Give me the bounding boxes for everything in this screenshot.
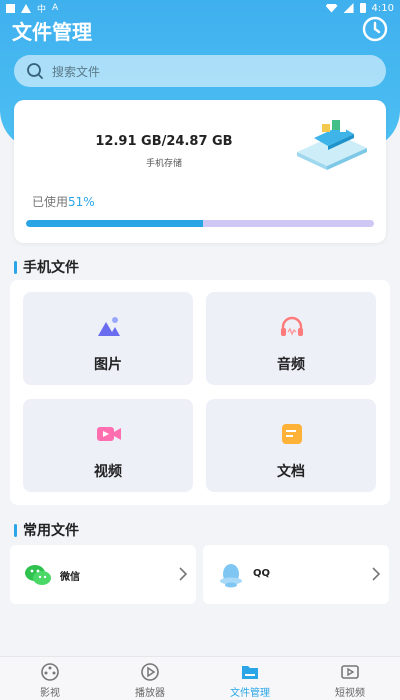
common-item-label: QQ xyxy=(253,568,271,579)
search-input[interactable]: 搜索文件 xyxy=(14,55,386,87)
tile-audio[interactable]: 音频 xyxy=(206,292,376,385)
warning-icon xyxy=(21,3,31,13)
tile-documents[interactable]: 文档 xyxy=(206,399,376,492)
search-placeholder: 搜索文件 xyxy=(52,64,101,79)
common-item-wechat[interactable]: 微信 xyxy=(10,545,196,604)
nav-item-film[interactable]: 影视 xyxy=(0,657,100,700)
play-icon xyxy=(141,663,159,681)
tile-label: 文档 xyxy=(277,464,305,480)
tile-video[interactable]: 视频 xyxy=(23,399,193,492)
folder-icon xyxy=(242,666,258,679)
chevron-right-icon xyxy=(179,567,188,581)
storage-amount: 12.91 GB/24.87 GB xyxy=(95,134,233,149)
storage-label: 手机存储 xyxy=(145,159,182,169)
clock-icon[interactable] xyxy=(362,16,388,42)
usage-prefix: 已使用 xyxy=(32,195,69,209)
section-title: 常用文件 xyxy=(23,523,79,539)
wechat-icon xyxy=(25,565,51,585)
section-common-files: 常用文件 xyxy=(14,520,79,540)
storage-card[interactable]: 12.91 GB/24.87 GB 手机存储 已使用51% xyxy=(14,100,386,243)
status-bar: 中 A 4:10 xyxy=(0,0,400,16)
section-phone-files: 手机文件 xyxy=(14,257,79,277)
section-marker xyxy=(14,260,17,274)
square-icon xyxy=(6,3,15,13)
film-reel-icon xyxy=(41,663,59,681)
nav-item-file-manager[interactable]: 文件管理 xyxy=(200,657,300,700)
headphones-icon xyxy=(281,316,303,336)
phone-files-panel: 图片 音频 视频 文档 xyxy=(10,280,390,505)
nav-item-short-video[interactable]: 短视频 xyxy=(300,657,400,700)
document-icon xyxy=(282,424,302,444)
section-title: 手机文件 xyxy=(23,260,79,276)
video-camera-icon xyxy=(97,427,121,441)
nav-label: 影视 xyxy=(40,688,60,699)
search-icon xyxy=(27,63,43,79)
nav-label: 短视频 xyxy=(335,688,365,699)
image-icon xyxy=(98,317,120,336)
storage-progress-fill xyxy=(26,220,204,227)
chevron-right-icon xyxy=(372,567,381,581)
page-title: 文件管理 xyxy=(12,20,92,44)
nav-label: 文件管理 xyxy=(230,688,270,699)
common-item-label: 微信 xyxy=(60,572,80,583)
network-icon: 中 xyxy=(37,4,47,15)
storage-progress-bar xyxy=(26,220,374,227)
qq-icon xyxy=(220,564,242,588)
section-marker xyxy=(14,523,17,537)
bottom-navigation: 影视 播放器 文件管理 短视频 xyxy=(0,656,400,700)
tile-label: 视频 xyxy=(94,464,122,480)
signal-icon xyxy=(343,3,354,13)
tile-label: 音频 xyxy=(277,357,305,373)
status-time: 4:10 xyxy=(371,2,394,14)
tile-images[interactable]: 图片 xyxy=(23,292,193,385)
usage-text: 已使用51% xyxy=(32,193,95,210)
nav-item-player[interactable]: 播放器 xyxy=(100,657,200,700)
tile-label: 图片 xyxy=(94,357,122,373)
common-item-qq[interactable]: QQ xyxy=(203,545,389,604)
battery-icon xyxy=(359,3,366,13)
nav-label: 播放器 xyxy=(135,688,165,699)
phone-storage-illustration xyxy=(297,120,367,170)
wifi-icon xyxy=(325,3,338,13)
a-icon: A xyxy=(52,3,59,13)
short-video-icon xyxy=(341,665,359,679)
usage-percent: 51% xyxy=(68,195,95,209)
